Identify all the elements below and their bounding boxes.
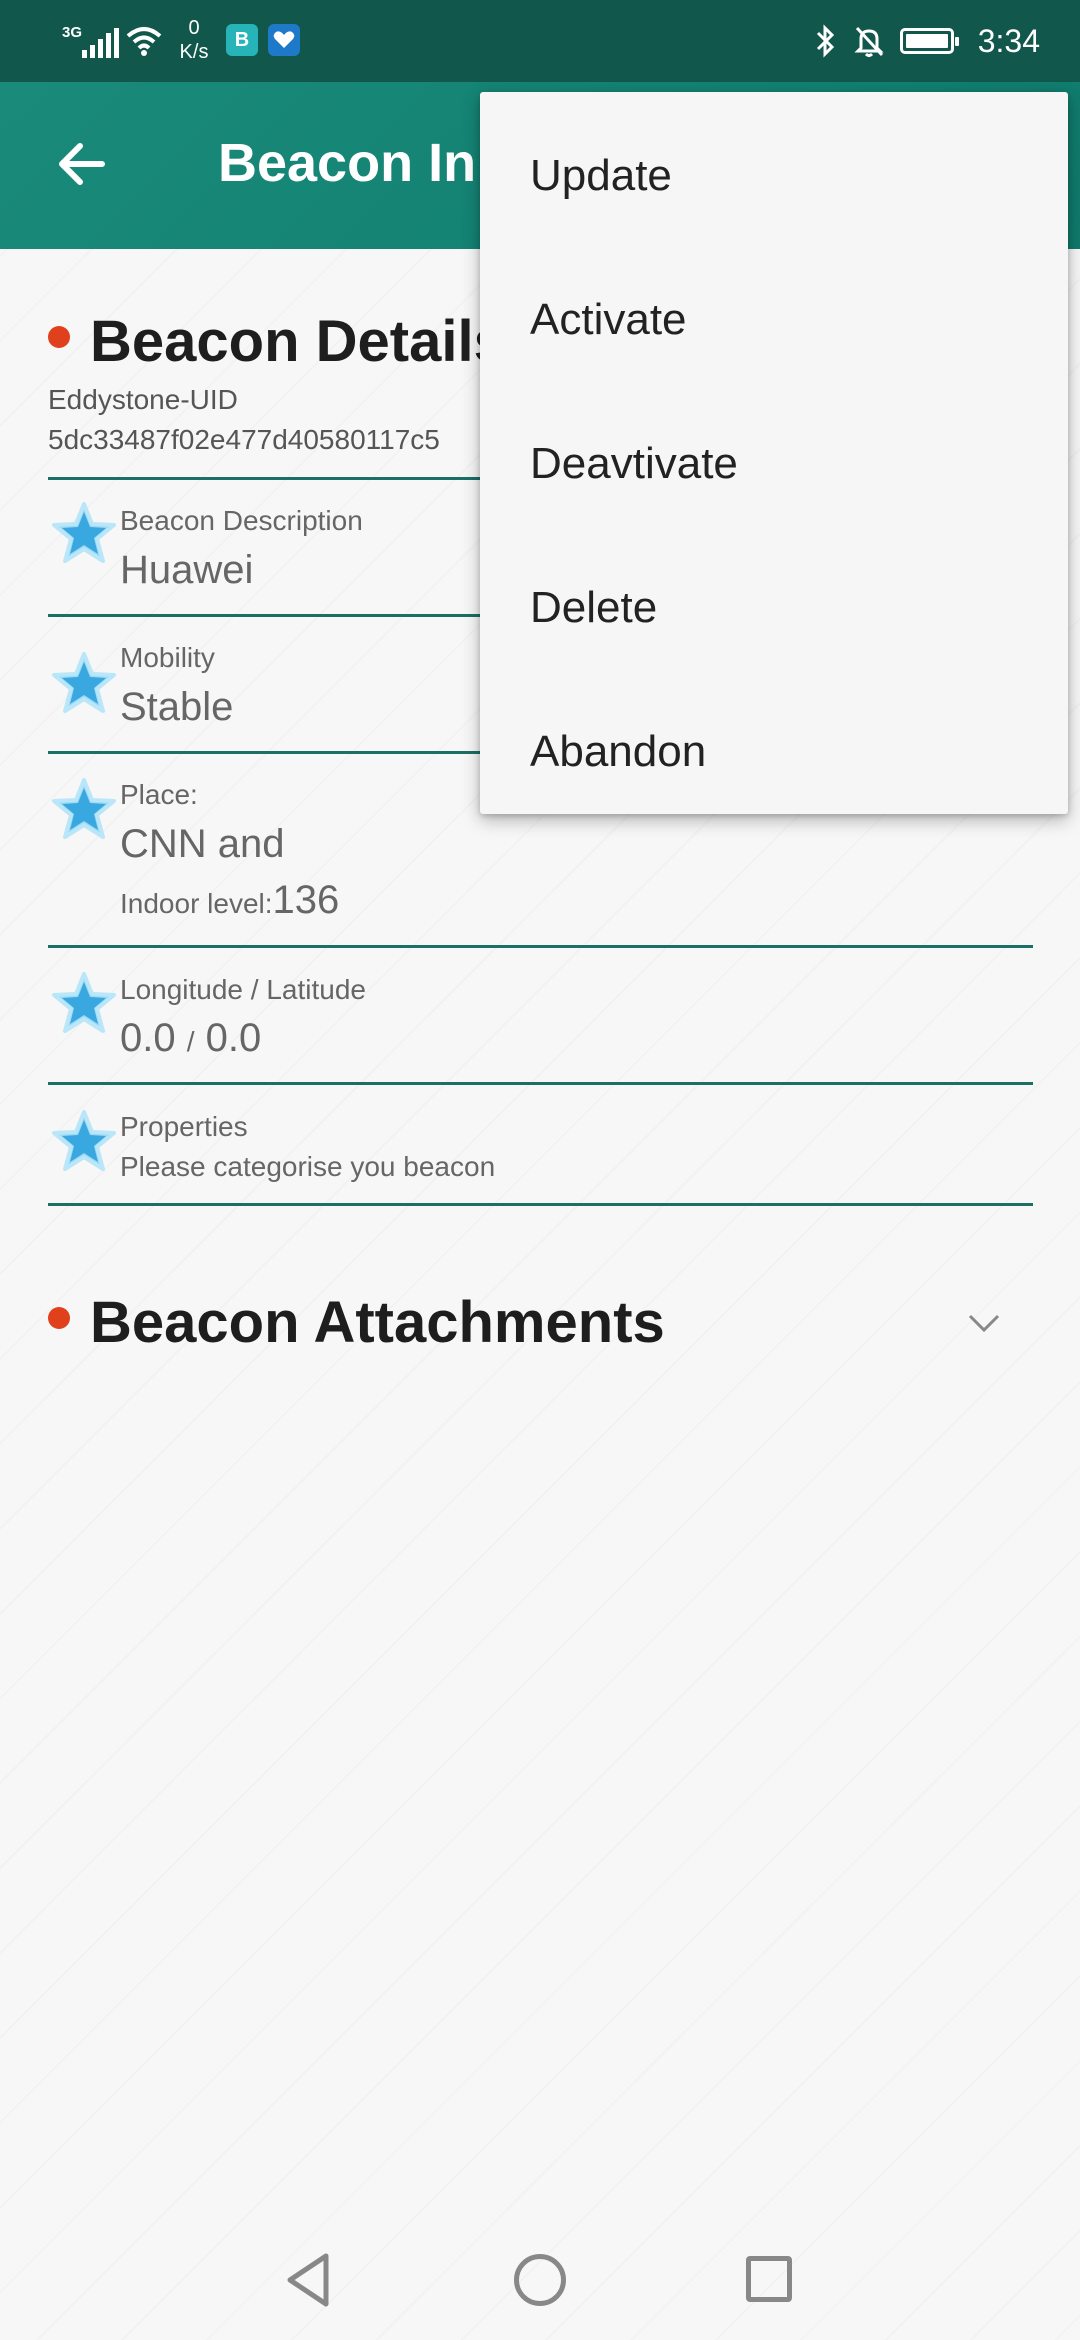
app-badge-b-icon: B [226, 24, 258, 56]
attachments-section-title[interactable]: Beacon Attachments [90, 1289, 665, 1356]
indoor-level-value: 136 [272, 878, 340, 922]
uid-value: 5dc33487f02e477d40580117c5 [48, 424, 440, 455]
field-label-mobility: Mobility [120, 642, 215, 673]
field-value-properties[interactable]: Please categorise you beacon [120, 1151, 495, 1183]
section-bullet [48, 326, 70, 348]
battery-icon [899, 28, 959, 54]
field-value-description[interactable]: Huawei [120, 548, 253, 593]
nav-recent-apps-icon[interactable] [746, 2256, 792, 2302]
indoor-level: Indoor level:136 [120, 878, 339, 923]
bluetooth-icon [816, 24, 834, 58]
nav-home-icon[interactable] [514, 2254, 566, 2306]
star-icon [52, 1110, 116, 1171]
menu-item-abandon[interactable]: Abandon [480, 680, 1068, 824]
longitude-value: 0.0 [120, 1016, 176, 1060]
star-icon [52, 972, 116, 1033]
app-badge-health-icon [268, 24, 300, 56]
field-label-coordinates: Longitude / Latitude [120, 974, 366, 1005]
section-bullet [48, 1307, 70, 1329]
field-label-place: Place: [120, 779, 198, 810]
speed-unit: K/s [179, 41, 209, 63]
nav-back-icon[interactable] [282, 2250, 334, 2310]
menu-item-update[interactable]: Update [480, 104, 1068, 248]
signal-icon [82, 28, 119, 58]
bell-off-icon [854, 26, 884, 57]
indoor-level-label: Indoor level: [120, 888, 273, 919]
menu-item-deactivate[interactable]: Deavtivate [480, 392, 1068, 536]
status-bar: 3G 0 K/s B 3:34 [0, 0, 1080, 82]
field-value-mobility[interactable]: Stable [120, 685, 233, 730]
status-time: 3:34 [977, 22, 1040, 59]
system-nav-bar [0, 2200, 1080, 2340]
field-label-properties: Properties [120, 1111, 248, 1142]
speed-value: 0 [188, 17, 200, 39]
star-icon [52, 502, 116, 563]
details-section-title: Beacon Details [90, 309, 506, 374]
status-right: 3:34 [814, 16, 1040, 66]
back-arrow-icon[interactable] [52, 132, 116, 196]
network-speed: 0 K/s [174, 16, 214, 64]
network-type: 3G [62, 24, 83, 41]
field-value-place[interactable]: CNN and [120, 822, 285, 867]
chevron-down-icon[interactable] [962, 1300, 1006, 1344]
overflow-menu: Update Activate Deavtivate Delete Abando… [480, 92, 1068, 814]
menu-item-delete[interactable]: Delete [480, 536, 1068, 680]
latitude-value: 0.0 [205, 1016, 262, 1060]
field-label-description: Beacon Description [120, 505, 363, 536]
page-title: Beacon In [218, 133, 477, 193]
wifi-icon [126, 27, 162, 56]
divider [48, 1082, 1033, 1085]
uid-type: Eddystone-UID [48, 384, 238, 415]
star-icon [52, 778, 116, 839]
star-icon [52, 652, 116, 713]
coordinate-separator: / [186, 1026, 195, 1057]
menu-item-activate[interactable]: Activate [480, 248, 1068, 392]
divider [48, 945, 1033, 948]
field-value-coordinates[interactable]: 0.0 / 0.0 [120, 1016, 261, 1061]
divider [48, 1203, 1033, 1206]
